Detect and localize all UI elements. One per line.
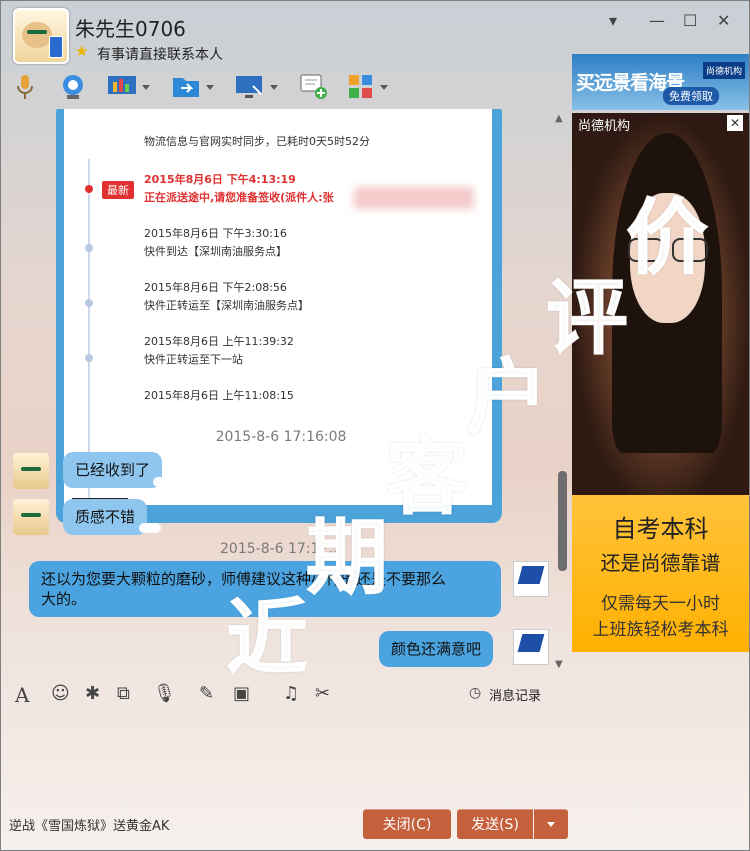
tracking-event: 2015年8月6日 下午2:08:56 快件正转运至【深圳南油服务点】: [144, 281, 309, 312]
message-list[interactable]: 物流信息与官网实时同步，已耗时0天5时52分 最新 2015年8月6日 下午4:…: [1, 109, 571, 675]
ad-close-button[interactable]: ✕: [727, 115, 743, 131]
timeline-dot: [85, 185, 93, 193]
chevron-down-icon: [380, 84, 388, 90]
ad-photo: [572, 113, 749, 495]
ad-copy: 自考本科 还是尚德靠谱 仅需每天一小时 上班族轻松考本科: [572, 495, 749, 652]
ad-line-1: 自考本科: [612, 515, 709, 543]
file-transfer-button[interactable]: [171, 71, 214, 103]
voice-call-button[interactable]: [13, 71, 37, 103]
editor-toolbar: A ☺ ✱ ⧉ 🎙 ✎ ▣ ♫ ✂ ◷: [1, 677, 571, 713]
incoming-message[interactable]: 已经收到了: [63, 452, 163, 488]
chat-scrollbar[interactable]: [558, 471, 567, 571]
top-ad-banner[interactable]: 买远景看海景 免费领取 尚德机构: [572, 54, 749, 110]
timeline-dot: [85, 354, 93, 362]
ad-brand: 尚德机构: [578, 119, 631, 134]
remote-assist-icon: [108, 76, 136, 94]
outgoing-message[interactable]: 还以为您要大颗粒的磨砂，师傅建议这种小件的还是不要那么 大的。: [29, 561, 501, 617]
chat-window: 朱先生0706 ★ 有事请直接联系本人 ▾ — ☐ ✕ 物流信息与官网实时同步，…: [0, 0, 750, 851]
ad-line-3: 仅需每天一小时: [601, 594, 720, 614]
music-icon[interactable]: ♫: [283, 683, 299, 704]
clock-icon: ◷: [469, 685, 482, 701]
send-button[interactable]: 发送(S): [457, 809, 533, 839]
voice-icon[interactable]: 🎙: [153, 683, 176, 704]
contact-signature: 有事请直接联系本人: [97, 47, 223, 63]
tracking-event: 2015年8月6日 上午11:08:15: [144, 389, 294, 402]
ad-line-4: 上班族轻松考本科: [592, 620, 729, 640]
contact-name[interactable]: 朱先生0706: [75, 13, 186, 42]
timeline-dot: [85, 244, 93, 252]
sunglasses-icon: [27, 30, 47, 34]
shop-avatar[interactable]: [513, 561, 549, 597]
bubble-cloud-decoration: [153, 477, 175, 487]
bubble-cloud-decoration: [139, 523, 161, 533]
video-icon: [63, 75, 83, 99]
outgoing-message[interactable]: 颜色还满意吧: [379, 631, 494, 667]
add-chat-button[interactable]: [299, 71, 329, 103]
add-chat-icon: [300, 74, 327, 99]
contact-avatar[interactable]: [13, 8, 69, 64]
emoji-icon[interactable]: ☺: [51, 683, 70, 704]
tracking-event: 2015年8月6日 下午3:30:16 快件到达【深圳南油服务点】: [144, 227, 287, 258]
latest-badge: 最新: [102, 181, 134, 199]
maximize-button[interactable]: ☐: [683, 11, 697, 30]
message-input[interactable]: [1, 713, 571, 805]
microphone-icon: [17, 75, 33, 99]
screen-share-icon: [236, 76, 262, 98]
redacted-text: [354, 187, 474, 209]
edit-icon[interactable]: ✎: [199, 683, 214, 704]
file-transfer-icon: [173, 78, 199, 97]
screenshot-icon[interactable]: ⧉: [117, 683, 130, 704]
sync-note: 物流信息与官网实时同步，已耗时0天5时52分: [144, 135, 370, 148]
ad-line-2: 还是尚德靠谱: [600, 551, 721, 575]
close-chat-button[interactable]: 关闭(C): [363, 809, 451, 839]
logistics-screenshot: 物流信息与官网实时同步，已耗时0天5时52分 最新 2015年8月6日 下午4:…: [64, 109, 492, 505]
chevron-down-icon: [547, 821, 555, 827]
magic-icon[interactable]: ✱: [85, 683, 100, 704]
ad-cta[interactable]: 免费领取: [663, 87, 719, 105]
message-timestamp: 2015-8-6 17:16:08: [215, 429, 347, 445]
customer-avatar[interactable]: [13, 453, 49, 489]
menu-button[interactable]: ▾: [609, 11, 617, 30]
glasses-icon: [628, 238, 708, 262]
star-icon: ★: [75, 42, 89, 60]
apps-button[interactable]: [347, 71, 388, 103]
scroll-down-icon[interactable]: ▼: [555, 659, 563, 670]
pig-icon: [22, 22, 52, 48]
promo-link[interactable]: 逆战《雪国炼狱》送黄金AK: [9, 815, 169, 834]
minimize-button[interactable]: —: [649, 11, 665, 30]
tracking-event: 2015年8月6日 下午4:13:19 正在派送途中,请您准备签收(派件人:张: [144, 173, 334, 204]
shop-avatar[interactable]: [513, 629, 549, 665]
image-icon[interactable]: ▣: [233, 683, 250, 704]
chat-toolbar: [1, 67, 571, 107]
mobile-icon: [49, 36, 63, 58]
font-icon[interactable]: A: [15, 683, 29, 707]
send-options-button[interactable]: [534, 809, 568, 839]
history-button[interactable]: 消息记录: [489, 685, 541, 704]
apps-icon: [349, 75, 372, 98]
message-timestamp: 2015-8-6 17:17:5: [220, 541, 342, 557]
remote-assist-button[interactable]: [107, 71, 150, 103]
customer-avatar[interactable]: [13, 499, 49, 535]
side-ad-banner[interactable]: 尚德机构 ✕ 自考本科 还是尚德靠谱 仅需每天一小时 上班族轻松考本科: [572, 113, 749, 652]
video-call-button[interactable]: [59, 71, 87, 103]
close-window-button[interactable]: ✕: [717, 11, 730, 30]
scissors-icon[interactable]: ✂: [315, 683, 330, 704]
timeline-dot: [85, 299, 93, 307]
screen-share-button[interactable]: [235, 71, 278, 103]
chevron-down-icon: [206, 84, 214, 90]
ad-logo: 尚德机构: [702, 62, 745, 79]
tracking-event: 2015年8月6日 上午11:39:32 快件正转运至下一站: [144, 335, 294, 366]
chevron-down-icon: [270, 84, 278, 90]
chevron-down-icon: [142, 84, 150, 90]
scroll-up-icon[interactable]: ▲: [555, 113, 563, 124]
incoming-message[interactable]: 质感不错: [63, 499, 148, 535]
